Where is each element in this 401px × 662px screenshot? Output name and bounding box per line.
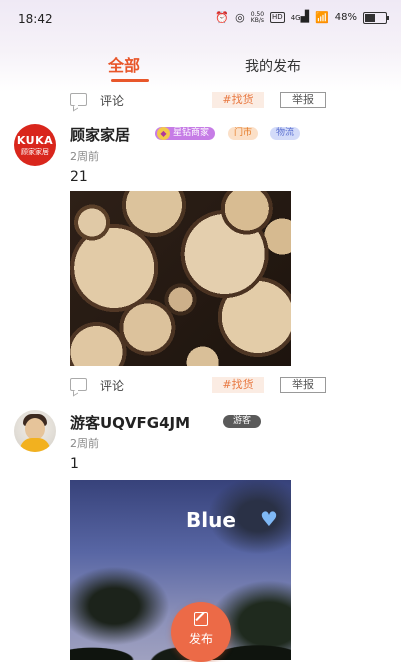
logistics-badge: 物流 <box>270 127 301 140</box>
post-feed[interactable]: 评论 #找货 举报 KUKA 顾家家居 顾家家居 ◆ 星钻商家 门市 物流 2周… <box>0 84 401 661</box>
diamond-merchant-label: 星钻商家 <box>173 128 210 138</box>
status-icons: ⏰ ◎ 0.50 KB/s HD 4G▟ 📶 48% <box>215 10 389 24</box>
previous-post-actions: 评论 #找货 举报 <box>70 92 330 110</box>
edit-icon <box>194 612 208 626</box>
network-speed-unit: KB/s <box>250 16 264 24</box>
post-time: 2周前 <box>70 437 99 450</box>
store-badge: 门市 <box>228 127 259 140</box>
diamond-merchant-badge: ◆ 星钻商家 <box>155 127 216 140</box>
avatar-face <box>25 418 45 440</box>
active-tab-indicator <box>111 79 149 82</box>
network-type: 4G <box>290 14 301 22</box>
image-caption: Blue <box>186 508 236 532</box>
publish-label: 发布 <box>188 632 213 646</box>
comment-icon[interactable] <box>70 378 87 391</box>
avatar[interactable] <box>14 410 56 452</box>
post-time: 2周前 <box>70 150 99 163</box>
tab-my-posts[interactable]: 我的发布 <box>245 56 301 76</box>
post-image[interactable] <box>70 191 291 366</box>
blue-heart-icon: ♥ <box>260 507 278 531</box>
report-button[interactable]: 举报 <box>280 92 326 108</box>
hd-icon: HD <box>270 12 285 23</box>
comment-icon[interactable] <box>70 93 87 106</box>
signal-4g-icon: 4G▟ <box>290 10 310 23</box>
status-bar: 18:42 ⏰ ◎ 0.50 KB/s HD 4G▟ 📶 48% <box>0 0 401 38</box>
kuka-logo-subtitle: 顾家家居 <box>21 148 49 156</box>
diamond-icon: ◆ <box>157 127 170 140</box>
battery-icon <box>363 11 389 24</box>
report-button[interactable]: 举报 <box>280 377 326 393</box>
kuka-logo: KUKA <box>16 134 54 147</box>
alarm-icon: ⏰ <box>215 10 230 24</box>
post-author[interactable]: 游客UQVFG4JM <box>70 412 190 433</box>
comment-button[interactable]: 评论 <box>100 92 124 109</box>
tab-all[interactable]: 全部 <box>108 52 140 76</box>
guest-badge: 游客 <box>223 415 262 428</box>
battery-level <box>365 13 375 22</box>
post-content: 21 <box>70 169 88 185</box>
post-card: KUKA 顾家家居 顾家家居 ◆ 星钻商家 门市 物流 2周前 21 评论 #找… <box>0 122 401 402</box>
avatar[interactable]: KUKA 顾家家居 <box>14 124 56 166</box>
comment-button[interactable]: 评论 <box>100 377 124 394</box>
status-time: 18:42 <box>18 12 53 26</box>
tab-bar: 全部 我的发布 <box>0 52 401 84</box>
topic-tag[interactable]: #找货 <box>212 377 264 393</box>
avatar-body <box>20 438 50 452</box>
location-icon: ◎ <box>235 10 245 24</box>
publish-button[interactable]: 发布 <box>171 602 231 662</box>
network-speed: 0.50 KB/s <box>250 11 264 24</box>
topic-tag[interactable]: #找货 <box>212 92 264 108</box>
wifi-icon: 📶 <box>315 10 329 24</box>
battery-percent: 48% <box>334 12 357 23</box>
post-actions: 评论 #找货 举报 <box>70 377 330 395</box>
post-content: 1 <box>70 456 79 472</box>
post-author[interactable]: 顾家家居 <box>70 124 130 145</box>
